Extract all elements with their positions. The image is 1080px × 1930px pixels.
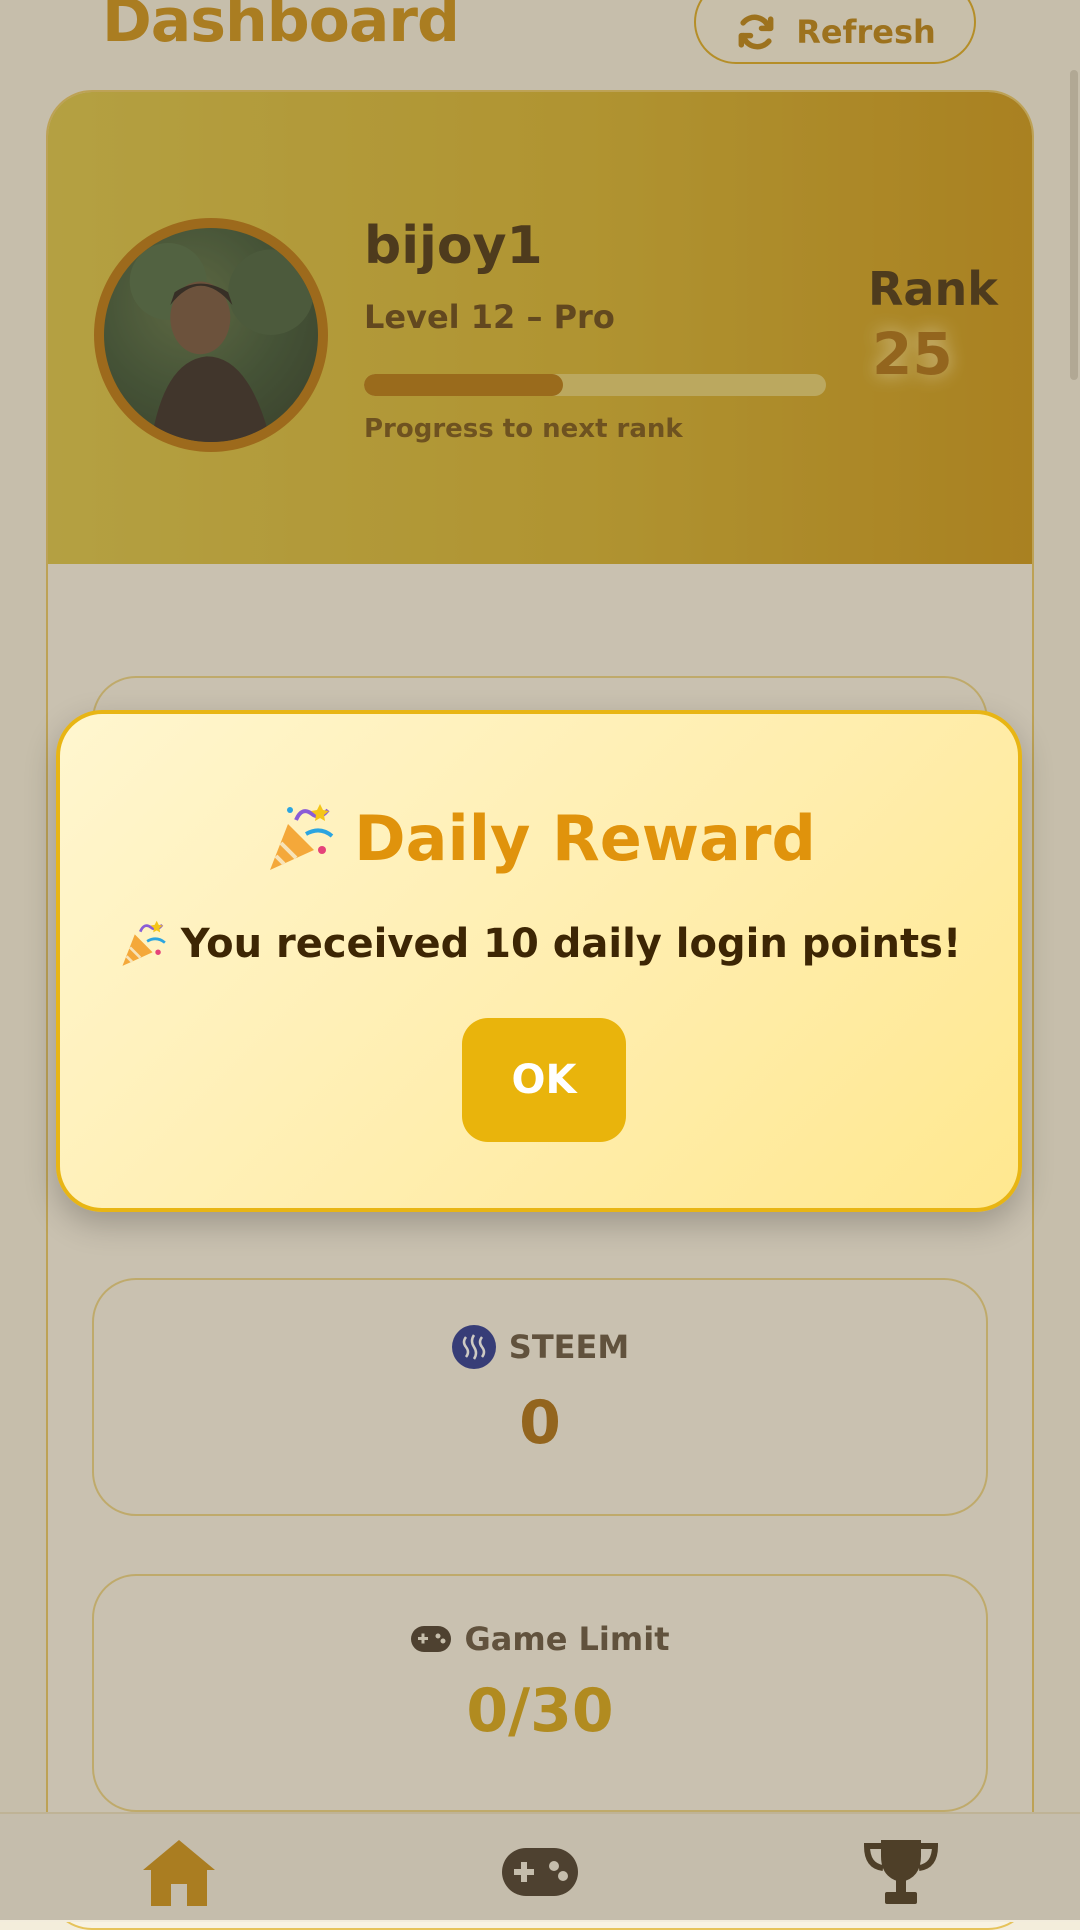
daily-reward-dialog: Daily Reward You received 10 daily login…	[56, 710, 1022, 1212]
party-popper-icon	[122, 920, 166, 966]
dashboard-page: Dashboard Refresh bijoy1 Level 12 – Pro	[0, 0, 1080, 1930]
ok-button[interactable]: OK	[462, 1018, 626, 1142]
dialog-message: You received 10 daily login points!	[180, 921, 962, 967]
dialog-title: Daily Reward	[354, 801, 816, 875]
party-popper-icon	[270, 804, 334, 870]
